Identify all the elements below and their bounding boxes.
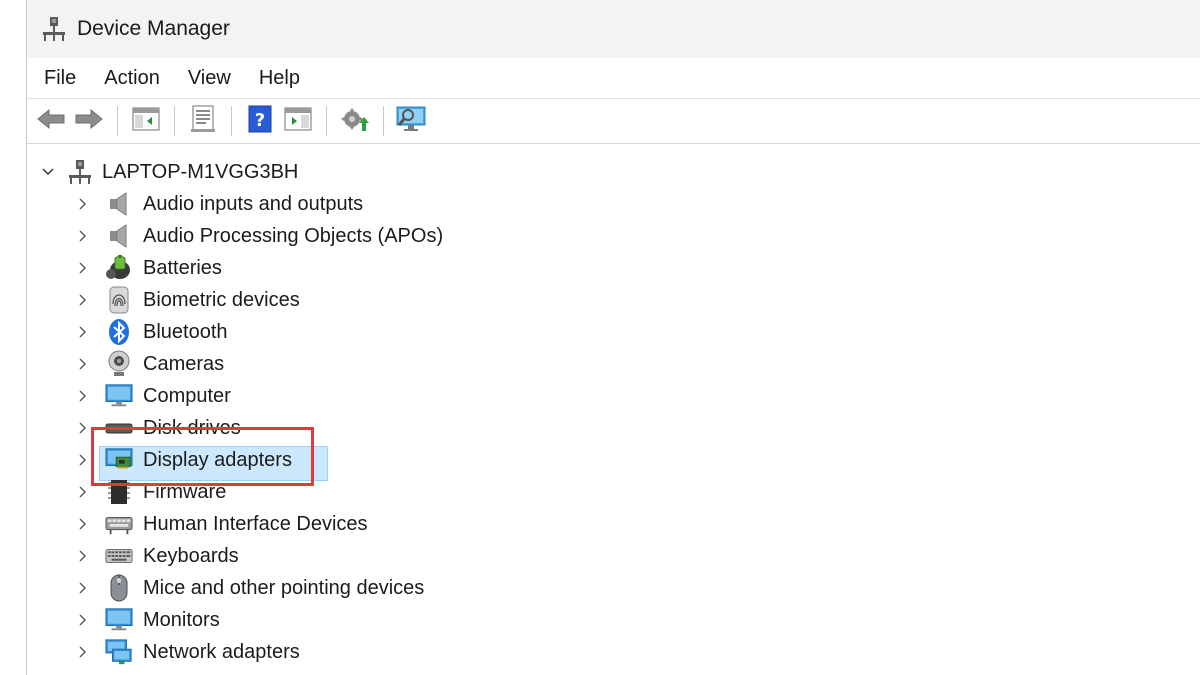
monitor-icon [105,382,133,410]
network-adapter-icon [105,638,133,666]
chevron-down-icon[interactable] [40,164,56,180]
properties-button[interactable] [187,105,219,137]
forward-button[interactable] [73,105,105,137]
tree-item-label: Audio Processing Objects (APOs) [143,224,444,247]
update-driver-button[interactable] [339,105,371,137]
toolbar: ? [27,99,1200,144]
forward-arrow-icon [75,108,103,135]
device-manager-app-icon [41,16,67,42]
show-hide-console-tree-icon [132,106,160,137]
tree-item-cameras[interactable]: Cameras [27,348,224,380]
toolbar-separator [326,106,327,136]
svg-text:?: ? [255,110,265,131]
tree-item-bluetooth[interactable]: Bluetooth [27,316,228,348]
tree-root-label: LAPTOP-M1VGG3BH [102,160,299,183]
toolbar-separator [174,106,175,136]
tree-item-mice[interactable]: Mice and other pointing devices [27,572,424,604]
back-button[interactable] [35,105,67,137]
tree-item-computer[interactable]: Computer [27,380,231,412]
chevron-right-icon[interactable] [75,388,91,404]
tree-item-label: Keyboards [143,544,239,567]
disk-drive-icon [105,414,133,442]
chevron-right-icon[interactable] [75,580,91,596]
title-bar: Device Manager [27,0,1200,58]
show-action-pane-icon [284,106,312,137]
toolbar-separator [231,106,232,136]
menu-file[interactable]: File [27,67,90,90]
chevron-right-icon[interactable] [75,548,91,564]
keyboard-icon [105,542,133,570]
show-action-pane-button[interactable] [282,105,314,137]
toolbar-separator [117,106,118,136]
tree-item-label: Computer [143,384,231,407]
tree-item-human-interface-devices[interactable]: Human Interface Devices [27,508,368,540]
tree-item-monitors[interactable]: Monitors [27,604,220,636]
back-arrow-icon [37,108,65,135]
tree-item-label: Display adapters [143,448,292,471]
battery-icon [105,254,133,282]
tree-item-label: Bluetooth [143,320,228,343]
show-hide-console-tree-button[interactable] [130,105,162,137]
bluetooth-icon [105,318,133,346]
tree-item-firmware[interactable]: Firmware [27,476,226,508]
chevron-right-icon[interactable] [75,516,91,532]
computer-network-icon [66,158,94,186]
tree-item-network-adapters[interactable]: Network adapters [27,636,300,668]
window-title: Device Manager [77,17,230,40]
chevron-right-icon[interactable] [75,356,91,372]
help-icon: ? [248,105,272,138]
tree-item-label: Human Interface Devices [143,512,368,535]
tree-item-label: Batteries [143,256,222,279]
tree-item-display-adapters[interactable]: Display adapters [27,444,292,476]
menu-help[interactable]: Help [245,67,314,90]
webcam-icon [105,350,133,378]
tree-item-label: Mice and other pointing devices [143,576,425,599]
tree-item-biometric-devices[interactable]: Biometric devices [27,284,300,316]
chevron-right-icon[interactable] [75,484,91,500]
menu-bar: File Action View Help [27,58,1200,99]
chevron-right-icon[interactable] [75,196,91,212]
chevron-right-icon[interactable] [75,324,91,340]
display-adapter-icon [105,446,133,474]
speaker-icon [105,222,133,250]
mouse-icon [105,574,133,602]
update-driver-icon [340,105,370,138]
tree-item-audio-processing-objects[interactable]: Audio Processing Objects (APOs) [27,220,443,252]
chip-icon [105,478,133,506]
hid-icon [105,510,133,538]
chevron-right-icon[interactable] [75,260,91,276]
tree-item-label: Network adapters [143,640,300,663]
tree-item-batteries[interactable]: Batteries [27,252,222,284]
properties-icon [189,105,217,138]
tree-item-label: Monitors [143,608,220,631]
menu-action[interactable]: Action [90,67,174,90]
tree-item-label: Disk drives [143,416,241,439]
tree-item-label: Biometric devices [143,288,300,311]
monitor-icon [105,606,133,634]
speaker-icon [105,190,133,218]
tree-item-label: Audio inputs and outputs [143,192,364,215]
tree-item-label: Cameras [143,352,225,375]
device-tree: LAPTOP-M1VGG3BH Audio inputs and outputs… [27,144,1200,675]
chevron-right-icon[interactable] [75,228,91,244]
tree-item-label: Firmware [143,480,227,503]
chevron-right-icon[interactable] [75,452,91,468]
chevron-right-icon[interactable] [75,420,91,436]
scan-hardware-changes-icon [396,105,428,138]
chevron-right-icon[interactable] [75,644,91,660]
tree-root-computer[interactable]: LAPTOP-M1VGG3BH [27,156,298,188]
fingerprint-icon [105,286,133,314]
scan-hardware-changes-button[interactable] [396,105,428,137]
menu-view[interactable]: View [174,67,245,90]
tree-item-audio-inputs[interactable]: Audio inputs and outputs [27,188,363,220]
tree-item-keyboards[interactable]: Keyboards [27,540,239,572]
toolbar-separator [383,106,384,136]
tree-item-disk-drives[interactable]: Disk drives [27,412,241,444]
device-manager-window: Device Manager File Action View Help ? L… [26,0,1200,675]
chevron-right-icon[interactable] [75,292,91,308]
chevron-right-icon[interactable] [75,612,91,628]
help-button[interactable]: ? [244,105,276,137]
